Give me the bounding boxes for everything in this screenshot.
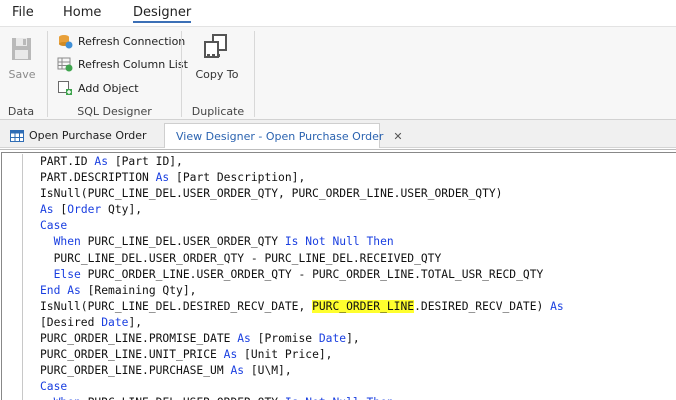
code-line: PURC_ORDER_LINE.UNIT_PRICE As [Unit Pric… [40,347,564,363]
highlighted-token: PURC_ORDER_LINE [312,299,415,313]
sql-token: [Part Description], [169,171,306,185]
sql-token: [U\M], [244,364,292,378]
sql-keyword: Date [101,315,129,329]
refresh-connection-icon [59,35,73,49]
sql-token: PART.ID [40,155,95,168]
save-button[interactable]: Save [4,31,40,81]
code-line: PURC_ORDER_LINE.PROMISE_DATE As [Promise… [40,331,564,347]
code-line: PURC_LINE_DEL.USER_ORDER_QTY - PURC_LINE… [40,251,564,267]
refresh-column-list-label: Refresh Column List [78,57,188,71]
sql-keyword: Date [318,332,347,346]
sql-keyword: As [40,203,54,217]
ribbon: Save Data Refresh Connection Refresh Col… [0,26,676,120]
copy-to-icon [204,34,227,58]
sql-keyword: Is Not Null Then [285,396,394,400]
close-icon[interactable]: ✕ [393,130,402,143]
sql-token: PART.DESCRIPTION [40,171,156,185]
tab-view-designer-label: View Designer - Open Purchase Order [176,129,384,143]
copy-to-button[interactable]: Copy To [192,31,242,81]
sql-keyword: As [94,155,109,168]
code-line: PART.DESCRIPTION As [Part Description], [40,170,564,186]
ribbon-divider [254,31,255,117]
code-line: PART.ID As [Part ID], [40,154,564,170]
sql-code[interactable]: PART.ID As [Part ID], PART.DESCRIPTION As… [40,154,564,400]
sql-token: ], [346,332,360,346]
code-line: IsNull(PURC_LINE_DEL.USER_ORDER_QTY, PUR… [40,186,564,202]
sql-keyword: As [237,332,251,346]
sql-keyword: As [550,299,564,313]
menu-designer[interactable]: Designer [133,5,192,23]
sql-token: PURC_ORDER_LINE.UNIT_PRICE [40,348,224,362]
duplicate-group-label: Duplicate [191,105,245,118]
sql-token: IsNull(PURC_LINE_DEL.DESIRED_RECV_DATE, [40,299,313,313]
sql-keyword: As [230,364,245,378]
sql-keyword: Case [40,380,68,394]
code-line: End As [Remaining Qty], [40,283,564,299]
sql-editor[interactable]: PART.ID As [Part ID], PART.DESCRIPTION As… [0,149,676,400]
tab-open-purchase-order[interactable]: Open Purchase Order [4,123,153,148]
editor-gutter [22,154,23,400]
menu-bar: File Home Designer [0,0,676,26]
sql-keyword: Else [53,267,81,281]
sql-token: [Desired [40,315,102,329]
sql-keyword: Case [40,219,68,233]
sql-keyword: Order [67,203,102,217]
sql-keyword: End As [40,283,81,297]
sql-token: [Remaining Qty], [80,283,197,297]
sql-designer-group-label: SQL Designer [77,105,152,118]
code-line: Else PURC_ORDER_LINE.USER_ORDER_QTY - PU… [40,267,564,283]
refresh-connection-button[interactable]: Refresh Connection [57,31,185,51]
refresh-column-list-icon [57,57,73,72]
sql-keyword: As [155,171,170,185]
code-line: PURC_ORDER_LINE.PURCHASE_UM As [U\M], [40,363,564,379]
sql-token: [Unit Price], [237,348,333,362]
tab-open-purchase-order-label: Open Purchase Order [29,129,147,142]
copy-to-label: Copy To [195,68,239,81]
code-line: When PURC_LINE_DEL.USER_ORDER_QTY Is Not… [40,234,564,250]
table-icon [10,129,24,142]
sql-keyword: As [223,348,238,362]
add-object-button[interactable]: Add Object [57,78,139,98]
ribbon-group-duplicate: Copy To Duplicate [182,27,254,121]
sql-keyword: When [53,235,81,249]
tab-view-designer[interactable]: View Designer - Open Purchase Order ✕ [164,123,403,148]
menu-file[interactable]: File [12,5,34,20]
sql-token: PURC_LINE_DEL.USER_ORDER_QTY [80,235,285,249]
code-line: When PURC_LINE_DEL.USER_ORDER_QTY Is Not… [40,395,564,400]
sql-keyword: Is Not Null Then [284,235,394,249]
sql-token: PURC_LINE_DEL.USER_ORDER_QTY - PURC_LINE… [53,251,442,265]
save-icon [12,38,31,60]
code-line: As [Order Qty], [40,202,564,218]
sql-token: PURC_ORDER_LINE.USER_ORDER_QTY - PURC_OR… [80,267,544,281]
code-line: Case [40,218,564,234]
add-object-icon [58,81,72,95]
ribbon-group-sql-designer: Refresh Connection Refresh Column List A… [48,27,188,121]
document-tab-strip: Open Purchase Order View Designer - Open… [0,120,676,148]
data-group-label: Data [7,105,35,118]
code-line: Case [40,379,564,395]
sql-token: PURC_ORDER_LINE.PROMISE_DATE [40,332,238,346]
menu-home[interactable]: Home [63,5,101,20]
sql-token: PURC_ORDER_LINE.PURCHASE_UM [40,364,231,378]
code-line: IsNull(PURC_LINE_DEL.DESIRED_RECV_DATE, … [40,299,564,315]
sql-token: PURC_LINE_DEL.USER_ORDER_QTY [81,396,285,400]
add-object-label: Add Object [78,81,139,95]
sql-token: [Promise [250,332,319,346]
sql-token: Qty], [101,203,143,217]
sql-keyword: When [54,396,81,400]
sql-token: ], [128,315,143,329]
sql-token: [ [53,203,68,217]
sql-token: IsNull(PURC_LINE_DEL.USER_ORDER_QTY, PUR… [40,187,503,201]
sql-token: .DESIRED_RECV_DATE) [414,299,551,313]
refresh-connection-label: Refresh Connection [78,34,186,48]
refresh-column-list-button[interactable]: Refresh Column List [57,54,188,74]
ribbon-group-data: Save Data [0,27,42,121]
code-line: [Desired Date], [40,315,564,331]
sql-token: [Part ID], [108,155,183,168]
save-label: Save [8,68,36,81]
